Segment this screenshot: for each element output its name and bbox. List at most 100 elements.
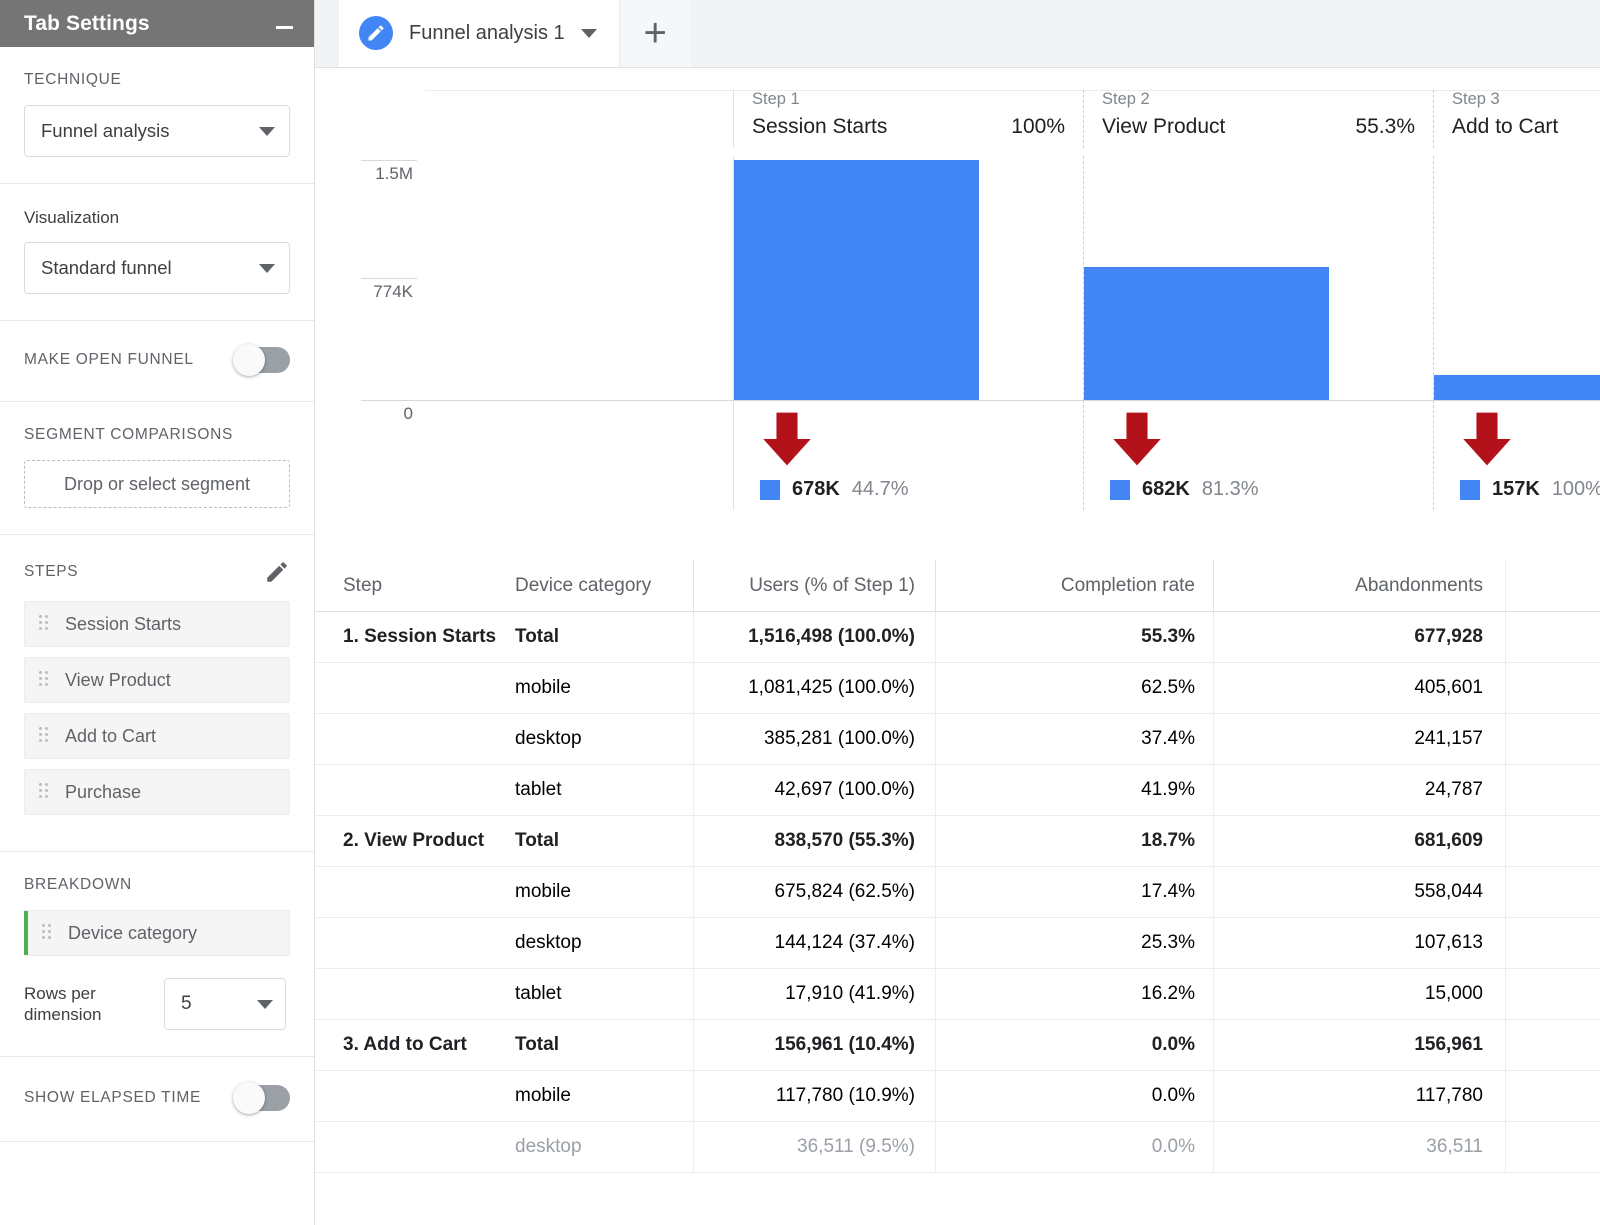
- tab-pencil-icon: [359, 16, 393, 50]
- drag-handle-icon[interactable]: [39, 615, 51, 633]
- cell-tail: [1505, 816, 1600, 866]
- breakdown-chip-label: Device category: [68, 923, 197, 944]
- step-percent: 55.3%: [1355, 115, 1433, 139]
- step-chip-label: Add to Cart: [65, 726, 156, 747]
- funnel-step-header-3: Step 3 Add to Cart 18.7%: [1433, 90, 1600, 148]
- technique-select[interactable]: Funnel analysis: [24, 105, 290, 157]
- cell-device: mobile: [515, 1085, 693, 1107]
- rows-per-dimension-value: 5: [181, 993, 257, 1015]
- edit-steps-pencil-icon[interactable]: [264, 559, 290, 585]
- step-name: View Product: [1102, 115, 1355, 139]
- make-open-funnel-toggle[interactable]: [236, 347, 290, 373]
- cell-users: 156,961 (10.4%): [693, 1020, 935, 1070]
- abandonment-callout-3: 157K 100%: [1460, 410, 1600, 501]
- cell-completion: 18.7%: [935, 816, 1213, 866]
- cell-step: 3. Add to Cart: [315, 1034, 515, 1056]
- legend-swatch: [760, 480, 780, 500]
- table-row[interactable]: mobile 675,824 (62.5%) 17.4% 558,044: [315, 867, 1600, 918]
- cell-users: 838,570 (55.3%): [693, 816, 935, 866]
- table-row[interactable]: 2. View Product Total 838,570 (55.3%) 18…: [315, 816, 1600, 867]
- visualization-value: Standard funnel: [41, 257, 259, 279]
- cell-abandonments: 24,787: [1213, 765, 1505, 815]
- show-elapsed-time-toggle[interactable]: [236, 1085, 290, 1111]
- funnel-bar-3[interactable]: [1434, 375, 1600, 400]
- visualization-select[interactable]: Standard funnel: [24, 242, 290, 294]
- sidebar-title: Tab Settings: [24, 12, 274, 36]
- table-row[interactable]: desktop 385,281 (100.0%) 37.4% 241,157: [315, 714, 1600, 765]
- table-row[interactable]: desktop 36,511 (9.5%) 0.0% 36,511: [315, 1122, 1600, 1173]
- y-axis-tick-label: 1.5M: [349, 164, 413, 184]
- cell-users: 17,910 (41.9%): [693, 969, 935, 1019]
- cell-abandonments: 36,511: [1213, 1122, 1505, 1172]
- abandonment-percent: 100%: [1552, 478, 1600, 501]
- funnel-bar-2[interactable]: [1084, 267, 1329, 400]
- cell-completion: 41.9%: [935, 765, 1213, 815]
- column-header-device-category: Device category: [515, 575, 693, 597]
- cell-users: 42,697 (100.0%): [693, 765, 935, 815]
- callout-divider-1: [733, 400, 734, 510]
- column-header-completion-rate: Completion rate: [935, 560, 1213, 611]
- drag-handle-icon[interactable]: [39, 671, 51, 689]
- column-header-abandonments: Abandonments: [1213, 560, 1505, 611]
- y-gridline: [361, 400, 417, 401]
- drag-handle-icon[interactable]: [42, 924, 54, 942]
- cell-completion: 17.4%: [935, 867, 1213, 917]
- cell-device: tablet: [515, 779, 693, 801]
- tab-strip: Funnel analysis 1 +: [315, 0, 1600, 68]
- chevron-down-icon[interactable]: [581, 29, 597, 38]
- legend-swatch: [1110, 480, 1130, 500]
- table-row[interactable]: desktop 144,124 (37.4%) 25.3% 107,613: [315, 918, 1600, 969]
- segment-dropzone[interactable]: Drop or select segment: [24, 460, 290, 508]
- cell-completion: 62.5%: [935, 663, 1213, 713]
- y-gridline: [361, 160, 417, 161]
- cell-completion: 55.3%: [935, 612, 1213, 662]
- rows-per-dimension-select[interactable]: 5: [164, 978, 286, 1030]
- tab-funnel-analysis-1[interactable]: Funnel analysis 1: [339, 0, 619, 67]
- tab-title: Funnel analysis 1: [409, 22, 565, 45]
- cell-abandonments: 681,609: [1213, 816, 1505, 866]
- cell-users: 1,516,498 (100.0%): [693, 612, 935, 662]
- table-row[interactable]: mobile 1,081,425 (100.0%) 62.5% 405,601: [315, 663, 1600, 714]
- cell-completion: 25.3%: [935, 918, 1213, 968]
- table-row[interactable]: mobile 117,780 (10.9%) 0.0% 117,780: [315, 1071, 1600, 1122]
- cell-abandonments: 405,601: [1213, 663, 1505, 713]
- minimize-icon[interactable]: [274, 14, 294, 34]
- cell-device: mobile: [515, 881, 693, 903]
- cell-users: 144,124 (37.4%): [693, 918, 935, 968]
- rows-per-dimension-label: Rows per dimension: [24, 983, 164, 1026]
- funnel-bar-1[interactable]: [734, 160, 979, 400]
- cell-users: 1,081,425 (100.0%): [693, 663, 935, 713]
- funnel-table: Step Device category Users (% of Step 1)…: [315, 560, 1600, 1225]
- step-chip-1[interactable]: Session Starts: [24, 601, 290, 647]
- arrow-down-icon: [760, 410, 814, 468]
- cell-device: Total: [515, 626, 693, 648]
- technique-label: TECHNIQUE: [24, 71, 290, 89]
- y-axis-tick-label: 0: [349, 404, 413, 424]
- drag-handle-icon[interactable]: [39, 727, 51, 745]
- rows-label-line1: Rows per: [24, 984, 96, 1003]
- drag-handle-icon[interactable]: [39, 783, 51, 801]
- cell-device: Total: [515, 1034, 693, 1056]
- abandonment-legend: 682K 81.3%: [1110, 478, 1259, 501]
- rows-label-line2: dimension: [24, 1005, 102, 1024]
- table-row[interactable]: tablet 17,910 (41.9%) 16.2% 15,000: [315, 969, 1600, 1020]
- step-kicker: Step 2: [1102, 90, 1433, 109]
- cell-completion: 0.0%: [935, 1020, 1213, 1070]
- step-chip-4[interactable]: Purchase: [24, 769, 290, 815]
- cell-users: 675,824 (62.5%): [693, 867, 935, 917]
- step-chip-2[interactable]: View Product: [24, 657, 290, 703]
- table-row[interactable]: 1. Session Starts Total 1,516,498 (100.0…: [315, 612, 1600, 663]
- show-elapsed-time-section: SHOW ELAPSED TIME: [0, 1057, 314, 1142]
- abandonment-legend: 678K 44.7%: [760, 478, 909, 501]
- steps-label: STEPS: [24, 563, 78, 581]
- funnel-plot: 1.5M 774K 0: [315, 156, 1600, 496]
- breakdown-chip-device-category[interactable]: Device category: [24, 910, 290, 956]
- table-row[interactable]: tablet 42,697 (100.0%) 41.9% 24,787: [315, 765, 1600, 816]
- step-chip-label: View Product: [65, 670, 171, 691]
- add-tab-button[interactable]: +: [619, 0, 691, 67]
- segment-comparisons-label: SEGMENT COMPARISONS: [24, 426, 290, 444]
- cell-device: mobile: [515, 677, 693, 699]
- table-row[interactable]: 3. Add to Cart Total 156,961 (10.4%) 0.0…: [315, 1020, 1600, 1071]
- toggle-knob: [233, 344, 265, 376]
- step-chip-3[interactable]: Add to Cart: [24, 713, 290, 759]
